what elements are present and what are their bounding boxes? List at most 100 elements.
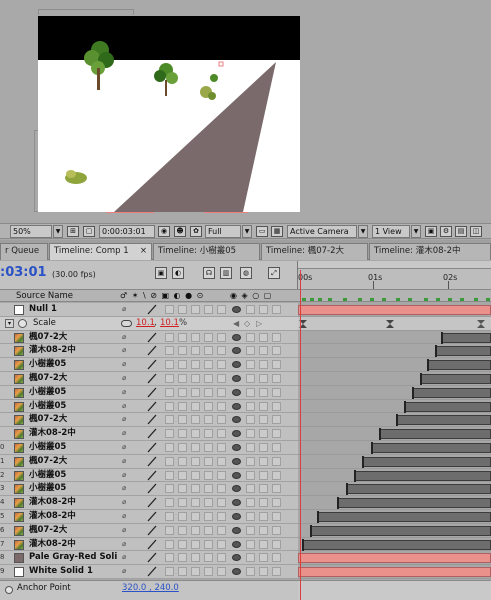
lock-switch[interactable] [272, 511, 281, 521]
timeline-button-icon[interactable]: ▤ [455, 226, 467, 237]
solo-switch[interactable] [259, 305, 268, 314]
adjustment-switch[interactable] [204, 387, 213, 397]
shy-switch-icon[interactable]: ⌀ [122, 305, 131, 314]
layer-duration-bar[interactable] [346, 484, 491, 495]
audio-switch[interactable] [246, 525, 255, 535]
layer-in-point[interactable] [353, 469, 356, 482]
adjustment-switch[interactable] [204, 346, 213, 356]
shy-switch-icon[interactable]: ⌀ [122, 567, 131, 576]
eye-icon[interactable] [232, 499, 241, 507]
layer-duration-bar[interactable] [379, 429, 491, 440]
layer-source-name[interactable]: 小樹叢05 [29, 386, 66, 399]
lock-switch[interactable] [272, 429, 281, 439]
audio-switch[interactable] [246, 442, 255, 452]
layer-source-name[interactable]: 楓07-2大 [29, 331, 67, 344]
shy-switch-icon[interactable]: ⌀ [122, 526, 131, 535]
audio-switch[interactable] [246, 456, 255, 466]
lock-switch[interactable] [272, 346, 281, 356]
solo-switch[interactable] [259, 442, 268, 452]
layer-in-point[interactable] [309, 524, 312, 537]
eye-icon[interactable] [232, 361, 241, 369]
layer-duration-bar[interactable] [309, 525, 491, 536]
shy-switch-icon[interactable]: ⌀ [122, 388, 131, 397]
audio-switch[interactable] [246, 539, 255, 549]
quality-switch-icon[interactable] [147, 387, 157, 398]
layer-source-name[interactable]: 小樹叢05 [29, 358, 66, 371]
eye-icon[interactable] [232, 347, 241, 355]
layer-duration-bar[interactable] [440, 332, 491, 343]
frame-blend-switch[interactable] [178, 429, 187, 439]
anchor-point-value[interactable]: 320.0 , 240.0 [122, 581, 179, 596]
adjustment-switch[interactable] [204, 470, 213, 480]
solo-switch[interactable] [259, 429, 268, 439]
frame-blend-switch[interactable] [178, 525, 187, 535]
layer-in-point[interactable] [440, 331, 443, 344]
3d-layer-switch[interactable] [217, 429, 226, 439]
scale-y-value[interactable]: 10.1 [160, 317, 179, 330]
show-snapshot-icon[interactable]: ☻ [174, 226, 186, 237]
solo-switch[interactable] [259, 373, 268, 383]
effect-switch[interactable] [165, 346, 174, 356]
layer-source-name[interactable]: Pale Gray-Red Soli [29, 551, 117, 564]
audio-switch[interactable] [246, 429, 255, 439]
eye-icon[interactable] [232, 526, 241, 534]
3d-layer-switch[interactable] [217, 484, 226, 494]
effect-switch[interactable] [165, 498, 174, 508]
frame-blend-switch[interactable] [178, 401, 187, 411]
3d-layer-switch[interactable] [217, 346, 226, 356]
motion-blur-switch[interactable] [191, 332, 200, 342]
frame-blend-switch[interactable] [178, 332, 187, 342]
layer-in-point[interactable] [404, 400, 407, 413]
toggle-pixel-aspect-icon[interactable]: ▣ [425, 226, 437, 237]
graph-editor-icon[interactable]: ⤢ [268, 267, 280, 279]
lock-switch[interactable] [272, 553, 281, 563]
view-layout-dropdown[interactable]: 1 View [372, 225, 410, 238]
motion-blur-switch[interactable] [191, 415, 200, 425]
adjustment-switch[interactable] [204, 360, 213, 370]
resolution-dropdown[interactable]: Full [205, 225, 241, 238]
motion-blur-switch[interactable] [191, 553, 200, 563]
frame-blend-switch[interactable] [178, 484, 187, 494]
effect-switch[interactable] [165, 484, 174, 494]
timeline-timecode[interactable]: :03:01 [0, 265, 47, 280]
layer-source-name[interactable]: 楓07-2大 [29, 455, 67, 468]
keyframe-marker[interactable] [476, 319, 485, 328]
audio-switch[interactable] [246, 415, 255, 425]
effect-switch[interactable] [165, 525, 174, 535]
quality-switch-icon[interactable] [147, 525, 157, 536]
quality-switch-icon[interactable] [147, 414, 157, 425]
frame-blend-switch[interactable] [178, 567, 187, 577]
quality-switch-icon[interactable] [147, 442, 157, 453]
twirl-icon[interactable]: ▾ [5, 318, 14, 328]
quality-switch-icon[interactable] [147, 332, 157, 343]
work-area-bar[interactable] [298, 261, 491, 269]
lock-switch[interactable] [272, 525, 281, 535]
lock-switch[interactable] [272, 401, 281, 411]
adjustment-switch[interactable] [204, 511, 213, 521]
stopwatch-icon[interactable] [18, 318, 27, 328]
3d-layer-switch[interactable] [217, 525, 226, 535]
frame-blend-switch[interactable] [178, 511, 187, 521]
frame-blend-switch[interactable] [178, 415, 187, 425]
scale-x-value[interactable]: 10.1 [136, 317, 155, 330]
shy-switch-icon[interactable]: ⌀ [122, 498, 131, 507]
effect-switch[interactable] [165, 553, 174, 563]
layer-in-point[interactable] [361, 455, 364, 468]
layer-source-name[interactable]: 小樹叢05 [29, 469, 66, 482]
layer-duration-bar[interactable] [435, 346, 491, 357]
layer-source-name[interactable]: 楓07-2大 [29, 524, 67, 537]
quality-switch-icon[interactable] [147, 497, 157, 508]
lock-switch[interactable] [272, 360, 281, 370]
composition-canvas[interactable] [38, 16, 300, 212]
layer-in-point[interactable] [427, 359, 430, 372]
layer-row[interactable]: 灌木08-2中 ⌀ [0, 427, 491, 441]
tab-timeline-shrub05[interactable]: Timeline: 小樹叢05 [153, 243, 260, 260]
snapshot-icon[interactable]: ◉ [158, 226, 170, 237]
solo-switch[interactable] [259, 332, 268, 342]
layer-source-name[interactable]: 灌木08-2中 [29, 427, 76, 440]
layer-row[interactable]: 8 Pale Gray-Red Soli ⌀ [0, 551, 491, 566]
3d-layer-switch[interactable] [217, 553, 226, 563]
3d-layer-switch[interactable] [217, 373, 226, 383]
effect-switch[interactable] [165, 373, 174, 383]
motion-blur-switch[interactable] [191, 360, 200, 370]
